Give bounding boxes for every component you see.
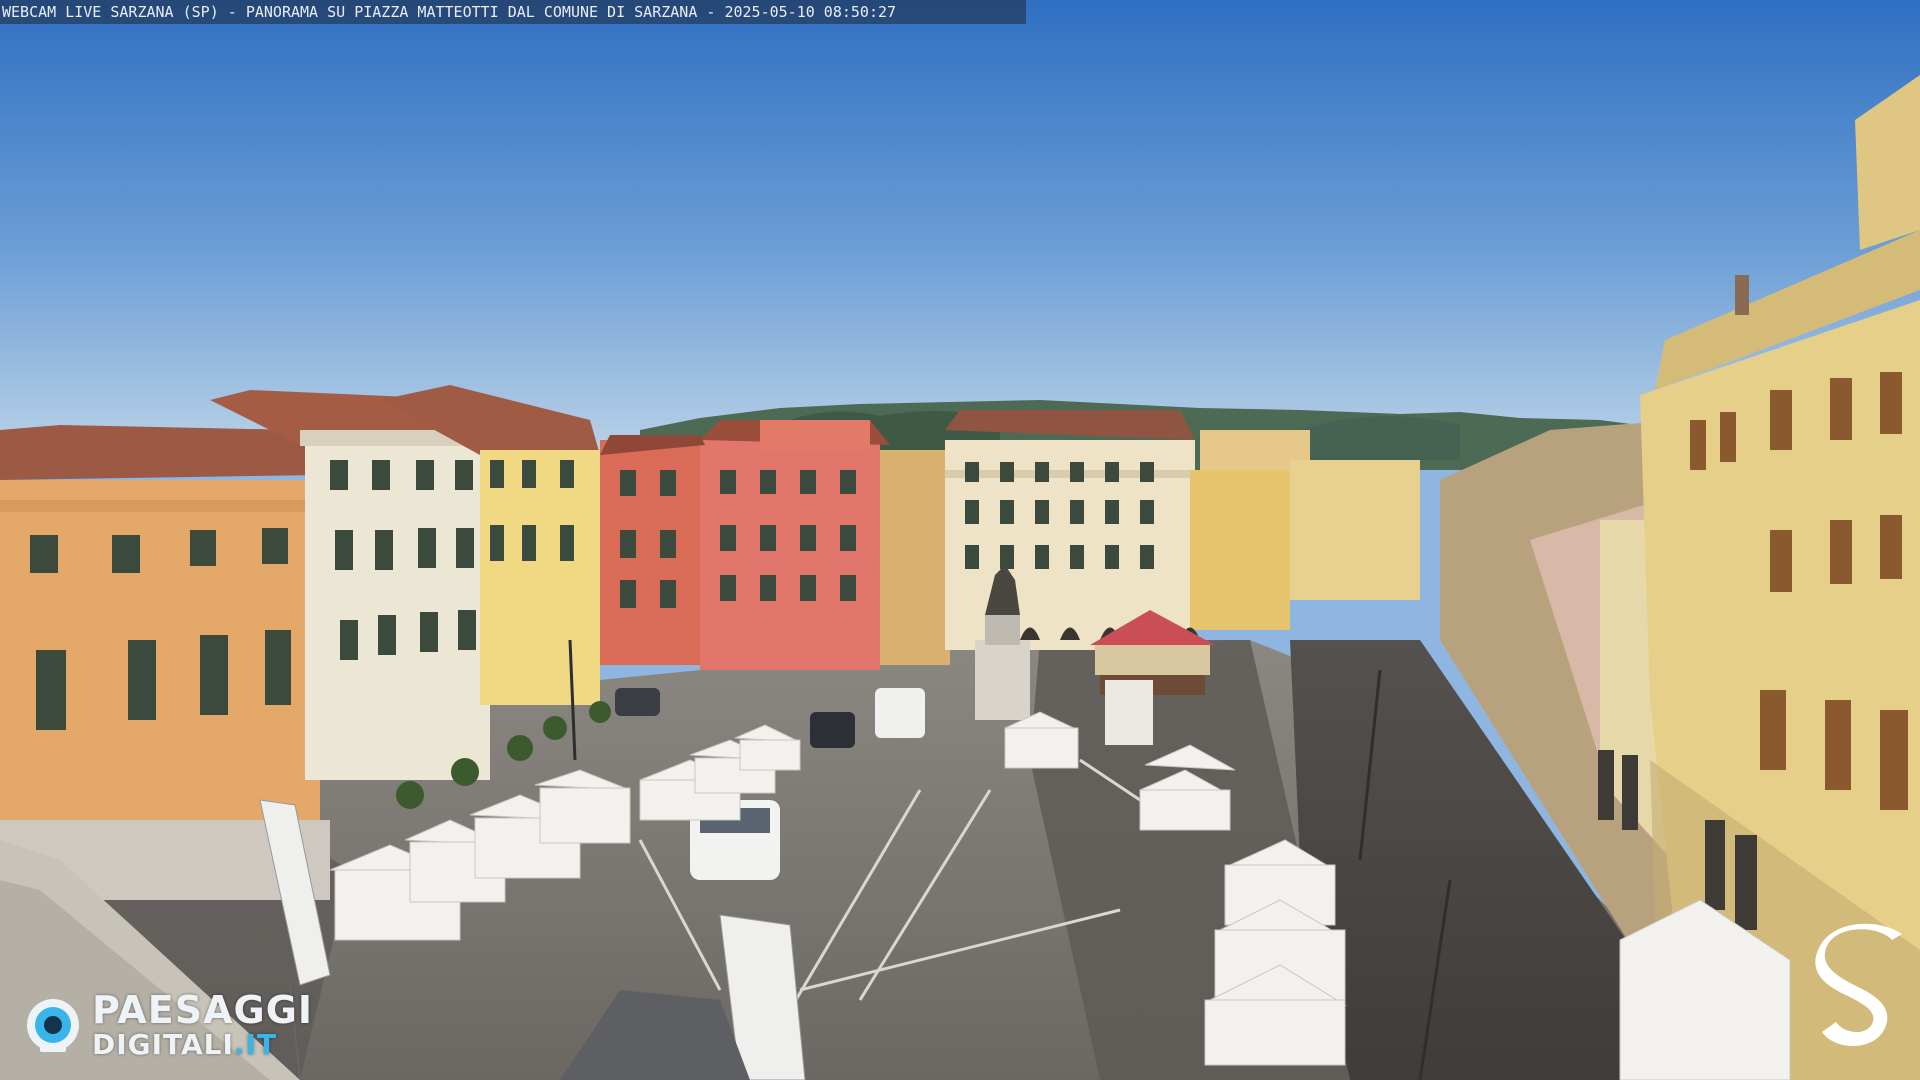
webcam-caption-bar: WEBCAM LIVE SARZANA (SP) - PANORAMA SU P…	[0, 0, 1026, 24]
sky	[0, 0, 1920, 460]
brand-bottom-tld: .IT	[233, 1028, 278, 1061]
corner-s-logo	[1815, 923, 1902, 1046]
brand-bottom-text: DIGITALI.IT	[92, 1028, 277, 1061]
webcam-caption: WEBCAM LIVE SARZANA (SP) - PANORAMA SU P…	[2, 3, 897, 21]
paesaggi-digitali-watermark: PAESAGGI DIGITALI.IT	[24, 988, 344, 1061]
building-ochre	[880, 450, 950, 665]
eye-camera-icon	[27, 999, 79, 1052]
webcam-scene	[0, 0, 1920, 1080]
brand-top-text: PAESAGGI	[92, 988, 314, 1032]
building-yellow-center	[1190, 470, 1290, 630]
building-cream-center	[945, 410, 1195, 650]
brand-bottom-main: DIGITALI	[92, 1028, 234, 1061]
